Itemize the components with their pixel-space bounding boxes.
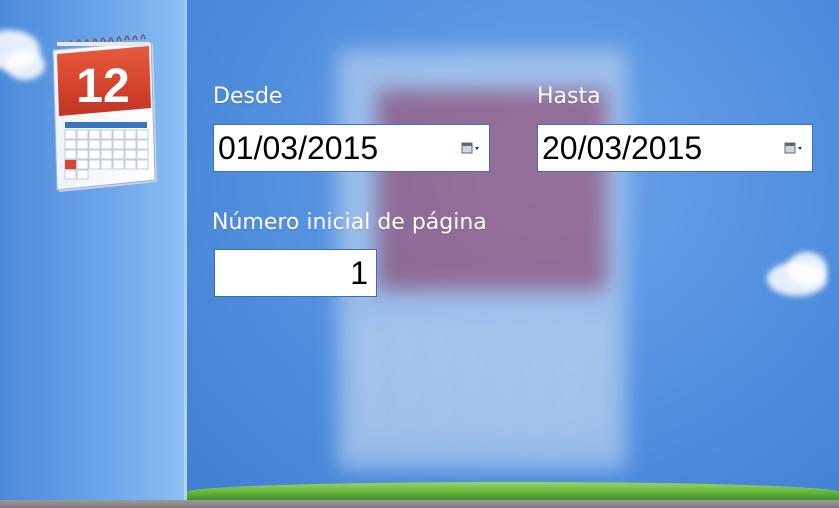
to-date-value[interactable]: 20/03/2015 <box>538 130 784 167</box>
from-date-value[interactable]: 01/03/2015 <box>214 130 461 167</box>
cloud-decoration <box>787 252 827 286</box>
to-label: Hasta <box>537 84 601 109</box>
grass-decoration <box>187 482 839 500</box>
calendar-day-number: 12 <box>76 60 129 113</box>
from-date-field[interactable]: 01/03/2015 <box>213 124 490 172</box>
page-number-label: Número inicial de página <box>212 210 487 235</box>
to-date-field[interactable]: 20/03/2015 <box>537 124 813 172</box>
calendar-dropdown-icon[interactable] <box>784 139 806 157</box>
bottom-bar <box>0 500 839 508</box>
calendar-dropdown-icon[interactable] <box>461 139 483 157</box>
calendar-icon: 12 <box>52 34 157 192</box>
cloud-decoration <box>5 50 45 80</box>
from-label: Desde <box>213 84 283 109</box>
page-number-input[interactable]: 1 <box>214 249 377 297</box>
